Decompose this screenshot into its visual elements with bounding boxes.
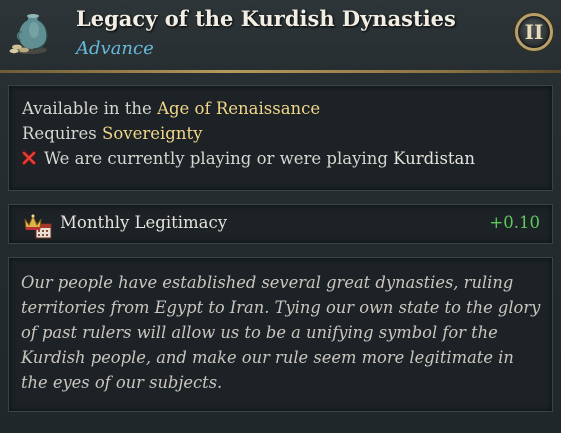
country-requirement: We are currently playing or were playing… bbox=[22, 149, 475, 168]
tooltip-header: Legacy of the Kurdish Dynasties Advance … bbox=[0, 0, 561, 72]
prerequisite-value: Sovereignty bbox=[102, 124, 203, 143]
age-requirement: Available in the Age of Renaissance bbox=[22, 99, 320, 118]
prerequisite-requirement: Requires Sovereignty bbox=[22, 124, 202, 143]
flavor-text-line: territories from Egypt to Iran. Tying ou… bbox=[21, 298, 541, 317]
red-cross-icon bbox=[22, 151, 36, 165]
modifier-label: Monthly Legitimacy bbox=[60, 213, 228, 232]
flavor-text-line: Kurdish people, and make our rule seem m… bbox=[21, 348, 514, 367]
vase-and-coins-icon bbox=[9, 14, 48, 54]
age-requirement-prefix: Available in the bbox=[22, 99, 158, 118]
flavor-text-line: of past rulers will allow us to be a uni… bbox=[21, 323, 498, 342]
advance-title: Legacy of the Kurdish Dynasties bbox=[76, 6, 456, 31]
advance-type-label: Advance bbox=[76, 38, 154, 59]
modifier-value: +0.10 bbox=[489, 213, 540, 232]
country-requirement-prefix: We are currently playing or were playing bbox=[44, 149, 394, 168]
flavor-text-line: the eyes of our subjects. bbox=[21, 373, 223, 392]
crown-calendar-icon bbox=[24, 214, 52, 239]
country-requirement-value: Kurdistan bbox=[393, 149, 476, 168]
advance-tooltip: Legacy of the Kurdish Dynasties Advance … bbox=[0, 0, 561, 433]
description-panel: Our people have established several grea… bbox=[8, 257, 553, 412]
modifier-row: Monthly Legitimacy +0.10 bbox=[8, 204, 553, 244]
age-requirement-value: Age of Renaissance bbox=[157, 99, 321, 118]
level-numeral: II bbox=[524, 20, 544, 44]
flavor-text-line: Our people have established several grea… bbox=[21, 273, 514, 292]
requirements-panel: Available in the Age of Renaissance Requ… bbox=[8, 85, 553, 191]
header-divider bbox=[0, 70, 561, 73]
roman-numeral-badge-icon: II bbox=[515, 13, 553, 51]
flavor-text: Our people have established several grea… bbox=[21, 270, 546, 395]
prerequisite-prefix: Requires bbox=[22, 124, 103, 143]
